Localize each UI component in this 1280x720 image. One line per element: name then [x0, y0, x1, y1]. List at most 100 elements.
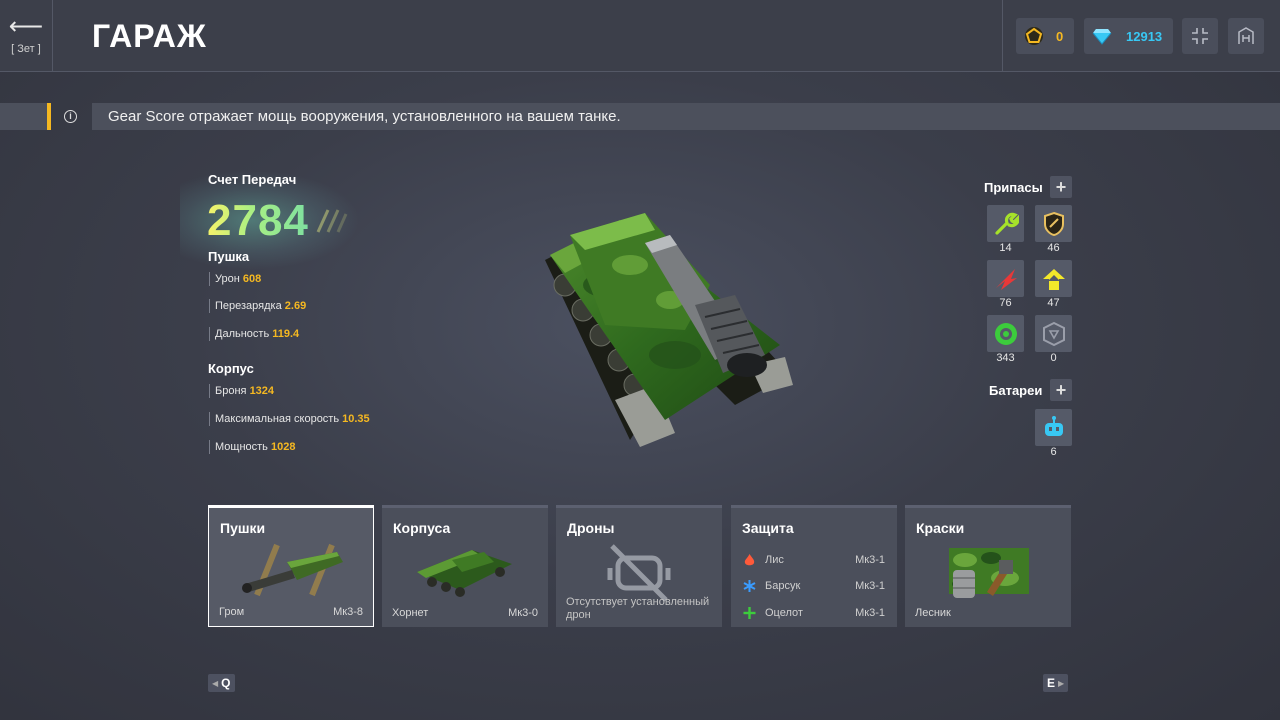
stat-armor: Броня 1324 [209, 384, 274, 398]
supplies-title: Припасы [984, 180, 1043, 195]
currency-panel: 0 12913 [1002, 0, 1280, 72]
crystals-value: 0 [1056, 28, 1064, 44]
triangle-right-icon: ▶ [1058, 678, 1065, 688]
card-title: Корпуса [393, 520, 451, 536]
card-title: Дроны [567, 520, 615, 536]
batteries-add-button[interactable]: + [1050, 379, 1072, 401]
fullscreen-button[interactable] [1182, 18, 1218, 54]
protection-module: Барсук Мк3-1 [743, 579, 885, 593]
battery-count: 6 [1050, 446, 1057, 458]
stat-max-speed: Максимальная скорость 10.35 [209, 412, 370, 426]
module-name: Барсук [765, 580, 801, 592]
crystals-counter[interactable]: 0 [1016, 18, 1074, 54]
protection-module: Оцелот Мк3-1 [743, 606, 885, 620]
stat-value: 10.35 [342, 413, 370, 425]
gold-box-icon [1042, 321, 1065, 346]
prev-category-button[interactable]: ◀ Q [208, 674, 235, 692]
stat-value: 608 [242, 273, 262, 285]
supply-count: 46 [1047, 242, 1060, 254]
stat-value: 1028 [270, 441, 296, 453]
double-damage-icon [995, 268, 1017, 290]
module-mk: Мк3-1 [855, 554, 885, 566]
mine-icon [994, 322, 1017, 345]
speed-boost-icon [1042, 268, 1065, 290]
module-name: Оцелот [765, 607, 803, 619]
stat-label: Урон [215, 273, 240, 285]
turret-mk: Мк3-8 [333, 606, 363, 618]
batteries-title: Батареи [989, 383, 1043, 398]
module-mk: Мк3-1 [855, 607, 885, 619]
fullscreen-icon [1192, 28, 1208, 44]
supply-double-armor[interactable] [1035, 205, 1072, 242]
card-protection[interactable]: Защита Лис Мк3-1 Барсук Мк3-1 Оцелот Мк3… [731, 505, 897, 627]
info-banner: i Gear Score отражает мощь вооружения, у… [0, 103, 1280, 130]
arrow-left-icon: ⟵ [8, 13, 44, 40]
turret-thumbnail [242, 543, 343, 597]
battery-drone-icon [1044, 415, 1063, 436]
supply-count: 0 [1050, 352, 1057, 364]
stat-damage: Урон 608 [209, 272, 261, 286]
stat-value: 1324 [249, 385, 275, 397]
card-hulls[interactable]: Корпуса Хорнет Мк3-0 [382, 505, 548, 627]
info-icon: i [64, 110, 77, 123]
banner-text: Gear Score отражает мощь вооружения, уст… [108, 108, 621, 125]
supply-speed-boost[interactable] [1035, 260, 1072, 297]
banner-box: Gear Score отражает мощь вооружения, уст… [92, 103, 1280, 130]
back-hotkey: [ Зет ] [11, 43, 41, 55]
settings-button[interactable] [1228, 18, 1264, 54]
card-title: Краски [916, 520, 965, 536]
paint-thumbnail [949, 548, 1029, 598]
turret-name: Гром [219, 606, 245, 618]
supply-count: 76 [999, 297, 1012, 309]
gear-score-label: Счет Передач [208, 172, 297, 187]
banner-accent [47, 103, 51, 130]
module-mk: Мк3-1 [855, 580, 885, 592]
back-button[interactable]: ⟵ [ Зет ] [0, 0, 53, 72]
diamonds-value: 12913 [1126, 28, 1163, 44]
supplies-add-button[interactable]: + [1050, 176, 1072, 198]
stat-label: Дальность [215, 328, 270, 340]
banner-stripe [0, 103, 47, 130]
gear-score-slash-icon [316, 209, 348, 233]
supply-count: 47 [1047, 297, 1060, 309]
stat-label: Мощность [215, 441, 268, 453]
diamonds-counter[interactable]: 12913 [1084, 18, 1173, 54]
building-icon [1238, 27, 1254, 44]
card-paints[interactable]: Краски Лесник [905, 505, 1071, 627]
crystal-icon [1025, 27, 1043, 45]
freeze-icon [743, 580, 756, 592]
supply-mine[interactable] [987, 315, 1024, 352]
stat-value: 119.4 [272, 328, 300, 340]
hull-thumbnail [417, 550, 512, 597]
turret-section-title: Пушка [208, 249, 250, 264]
stat-label: Броня [215, 385, 247, 397]
supply-double-damage[interactable] [987, 260, 1024, 297]
next-category-button[interactable]: E ▶ [1043, 674, 1069, 692]
double-armor-icon [1043, 211, 1064, 236]
stat-reload: Перезарядка 2.69 [209, 299, 306, 313]
supply-repair-kit[interactable] [987, 205, 1024, 242]
supply-count: 343 [996, 352, 1015, 364]
supply-gold-box[interactable] [1035, 315, 1072, 352]
stat-label: Перезарядка [215, 300, 282, 312]
card-drones[interactable]: Дроны Отсутствует установленный дрон [556, 505, 722, 627]
card-title: Пушки [220, 520, 266, 536]
fire-icon [744, 554, 755, 566]
plus-cross-icon [743, 607, 756, 619]
stat-range: Дальность 119.4 [209, 327, 299, 341]
supply-count: 14 [999, 242, 1012, 254]
tank-preview[interactable] [535, 205, 800, 460]
top-bar: ⟵ [ Зет ] ГАРАЖ 0 12913 [0, 0, 1280, 72]
battery-slot[interactable] [1035, 409, 1072, 446]
hull-name: Хорнет [392, 607, 429, 619]
hull-section-title: Корпус [208, 361, 254, 376]
hull-mk: Мк3-0 [508, 607, 538, 619]
module-name: Лис [765, 554, 784, 566]
diamond-icon [1092, 29, 1112, 45]
card-turrets[interactable]: Пушки Гром Мк3-8 [208, 505, 374, 627]
stat-value: 2.69 [284, 300, 307, 312]
stat-label: Максимальная скорость [215, 413, 340, 425]
repair-kit-icon [994, 212, 1019, 235]
page-title: ГАРАЖ [92, 18, 207, 54]
next-hotkey: E [1047, 676, 1056, 690]
